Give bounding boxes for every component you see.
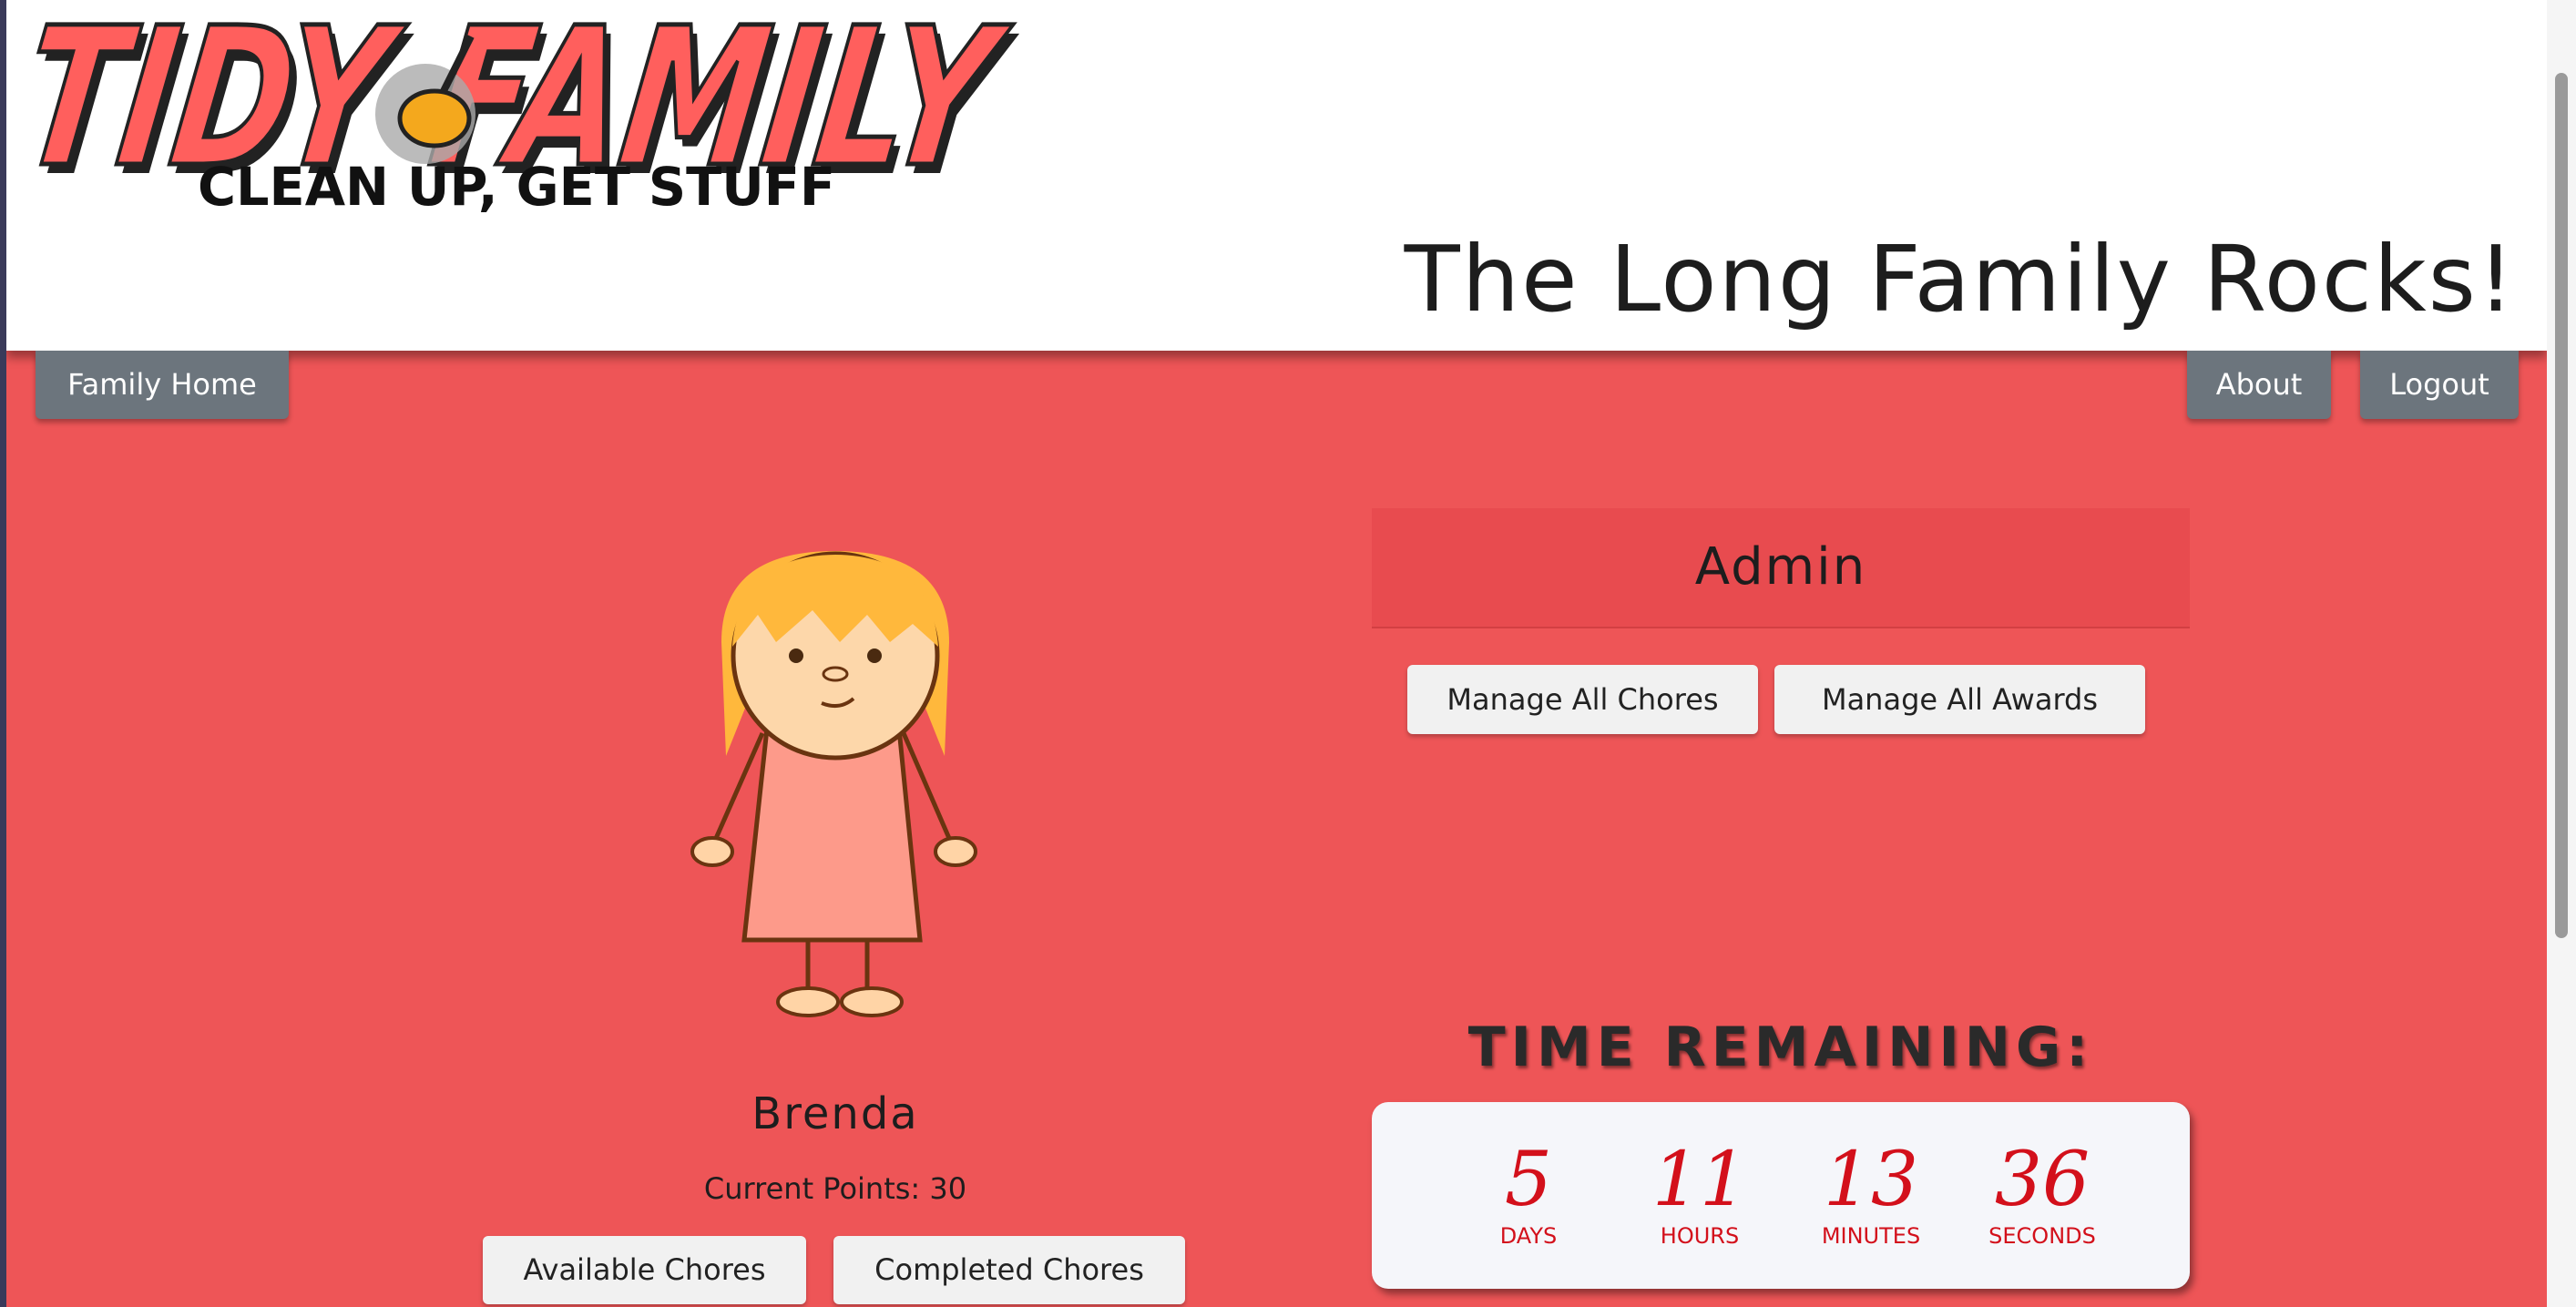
seconds-cell: 36 SECONDS bbox=[1960, 1102, 2124, 1250]
countdown-timer: 5 DAYS 11 HOURS 13 MINUTES 36 SECONDS bbox=[1372, 1102, 2190, 1289]
manage-all-chores-button[interactable]: Manage All Chores bbox=[1407, 665, 1758, 734]
minutes-cell: 13 MINUTES bbox=[1789, 1102, 1953, 1250]
minutes-value: 13 bbox=[1823, 1137, 1919, 1223]
family-home-button[interactable]: Family Home bbox=[36, 351, 289, 419]
logo-tagline: CLEAN UP, GET STUFF bbox=[198, 156, 835, 218]
days-value: 5 bbox=[1504, 1137, 1553, 1223]
available-chores-button[interactable]: Available Chores bbox=[483, 1236, 806, 1304]
vertical-scrollbar[interactable] bbox=[2547, 0, 2576, 1307]
child-name: Brenda bbox=[751, 1088, 919, 1139]
hours-cell: 11 HOURS bbox=[1618, 1102, 1782, 1250]
hours-label: HOURS bbox=[1660, 1223, 1740, 1249]
current-points: Current Points: 30 bbox=[703, 1171, 967, 1206]
completed-chores-button[interactable]: Completed Chores bbox=[833, 1236, 1185, 1304]
tidy-family-logo: TIDY FAMILY TIDY FAMILY CLEAN UP, GET ST… bbox=[34, 0, 1025, 219]
seconds-value: 36 bbox=[1994, 1137, 2090, 1223]
girl-avatar bbox=[690, 551, 977, 1017]
hours-value: 11 bbox=[1651, 1137, 1748, 1223]
minutes-label: MINUTES bbox=[1821, 1223, 1921, 1249]
manage-all-awards-button[interactable]: Manage All Awards bbox=[1774, 665, 2145, 734]
time-remaining-title: TIME REMAINING: bbox=[1467, 1016, 2094, 1079]
header: TIDY FAMILY TIDY FAMILY CLEAN UP, GET ST… bbox=[6, 0, 2547, 351]
admin-heading: Admin bbox=[1372, 508, 2190, 628]
about-button[interactable]: About bbox=[2187, 351, 2331, 419]
logout-button[interactable]: Logout bbox=[2360, 351, 2519, 419]
scrollbar-thumb[interactable] bbox=[2555, 73, 2568, 938]
site-title: The Long Family Rocks! bbox=[1404, 226, 2516, 332]
seconds-label: SECONDS bbox=[1988, 1223, 2096, 1249]
days-label: DAYS bbox=[1499, 1223, 1558, 1249]
page: TIDY FAMILY TIDY FAMILY CLEAN UP, GET ST… bbox=[6, 0, 2547, 1307]
days-cell: 5 DAYS bbox=[1446, 1102, 1610, 1250]
